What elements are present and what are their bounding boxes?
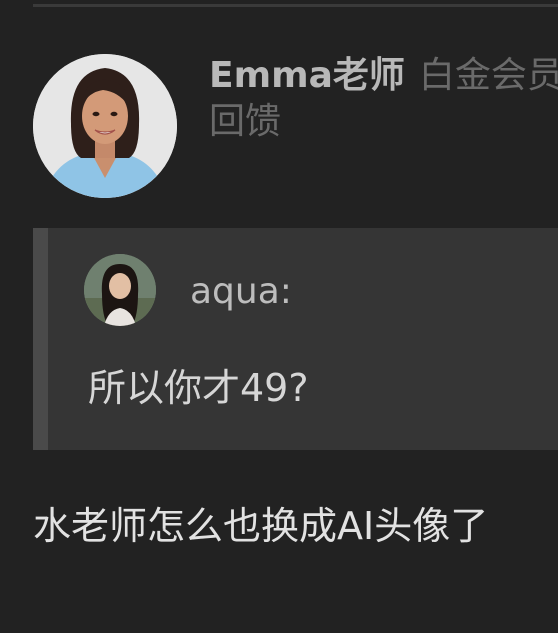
- profile-photo-icon: [33, 54, 177, 198]
- quote-author-name[interactable]: aqua:: [190, 270, 292, 314]
- quote-author-avatar[interactable]: [84, 254, 156, 326]
- author-name[interactable]: Emma老师: [209, 55, 405, 96]
- quote-text: 所以你才49?: [88, 366, 309, 410]
- divider: [33, 4, 558, 7]
- reply-text: 水老师怎么也换成AI头像了: [33, 504, 489, 548]
- quote-bar: [33, 228, 48, 450]
- author-avatar[interactable]: [33, 54, 177, 198]
- quoted-comment: aqua: 所以你才49?: [33, 228, 558, 450]
- comment-thread: Emma老师 白金会员 回馈 aqua: 所以你才49? 水老师怎么也换成AI头像…: [0, 0, 558, 633]
- member-badge: 白金会员: [418, 55, 558, 96]
- profile-photo-icon: [84, 254, 156, 326]
- feedback-label[interactable]: 回馈: [209, 98, 281, 146]
- author-header: Emma老师 白金会员: [209, 52, 558, 100]
